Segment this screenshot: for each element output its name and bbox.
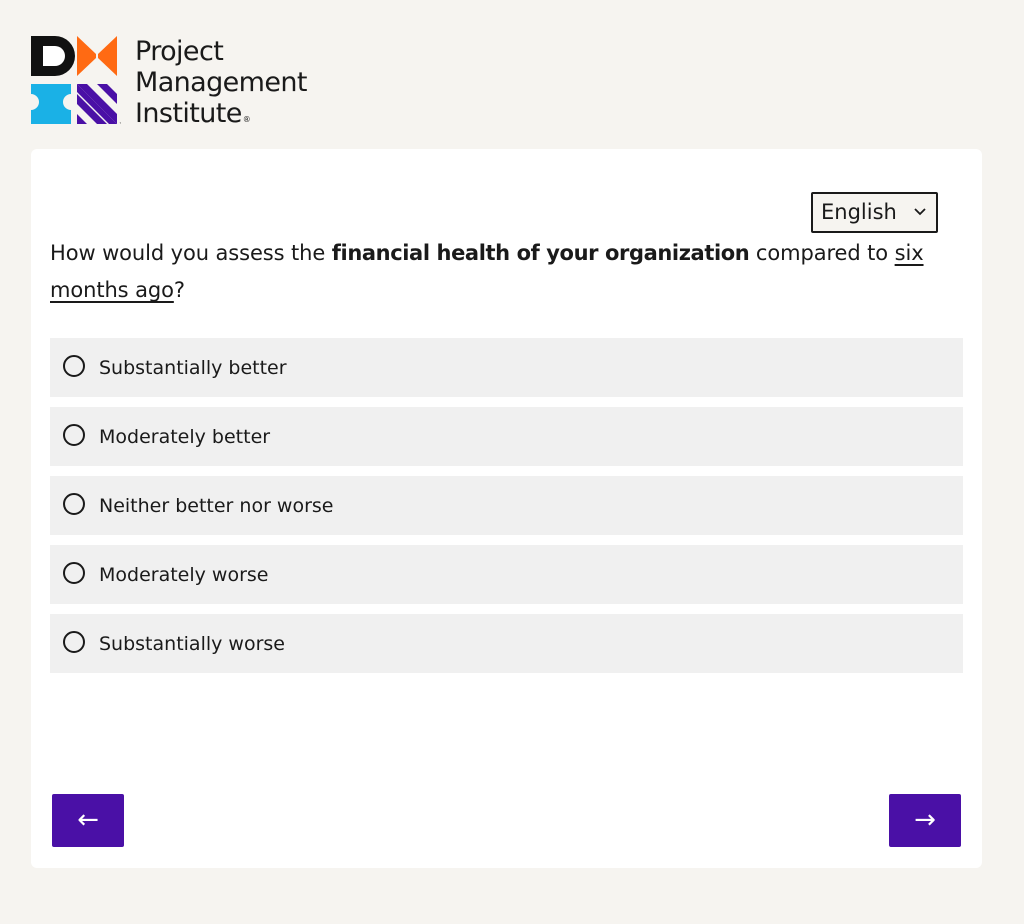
option-label: Moderately worse [99,564,269,586]
question-emphasis: financial health of your organization [331,241,750,265]
registered-mark: ® [242,115,251,124]
radio-button[interactable] [63,631,85,653]
question-prefix: How would you assess the [50,241,332,265]
option-label: Substantially worse [99,633,285,655]
radio-button[interactable] [63,493,85,515]
brand-name: Project Management Institute® [135,36,307,135]
option-substantially-worse[interactable]: Substantially worse [50,614,963,673]
option-moderately-worse[interactable]: Moderately worse [50,545,963,604]
tm-mark: ™ [119,122,121,126]
brand-line-2: Management [135,67,307,98]
option-moderately-better[interactable]: Moderately better [50,407,963,466]
pmi-header: ™ Project Management Institute® [31,36,351,129]
radio-button[interactable] [63,562,85,584]
option-neither[interactable]: Neither better nor worse [50,476,963,535]
question-text: How would you assess the financial healt… [50,235,950,309]
next-button[interactable]: → [889,794,961,847]
answer-options: Substantially better Moderately better N… [50,338,963,683]
option-label: Substantially better [99,357,287,379]
question-suffix: ? [173,278,185,302]
question-middle: compared to [749,241,895,265]
brand-line-1: Project [135,36,224,67]
pmi-logo-icon: ™ [31,36,121,126]
radio-button[interactable] [63,424,85,446]
brand-line-3: Institute [135,98,242,129]
survey-card: English How would you assess the financi… [31,149,982,868]
option-label: Moderately better [99,426,271,448]
radio-button[interactable] [63,355,85,377]
language-selected-value: English [821,200,897,224]
language-select[interactable]: English [811,192,938,233]
chevron-down-icon [914,208,926,216]
back-button[interactable]: ← [52,794,124,847]
option-label: Neither better nor worse [99,495,334,517]
option-substantially-better[interactable]: Substantially better [50,338,963,397]
